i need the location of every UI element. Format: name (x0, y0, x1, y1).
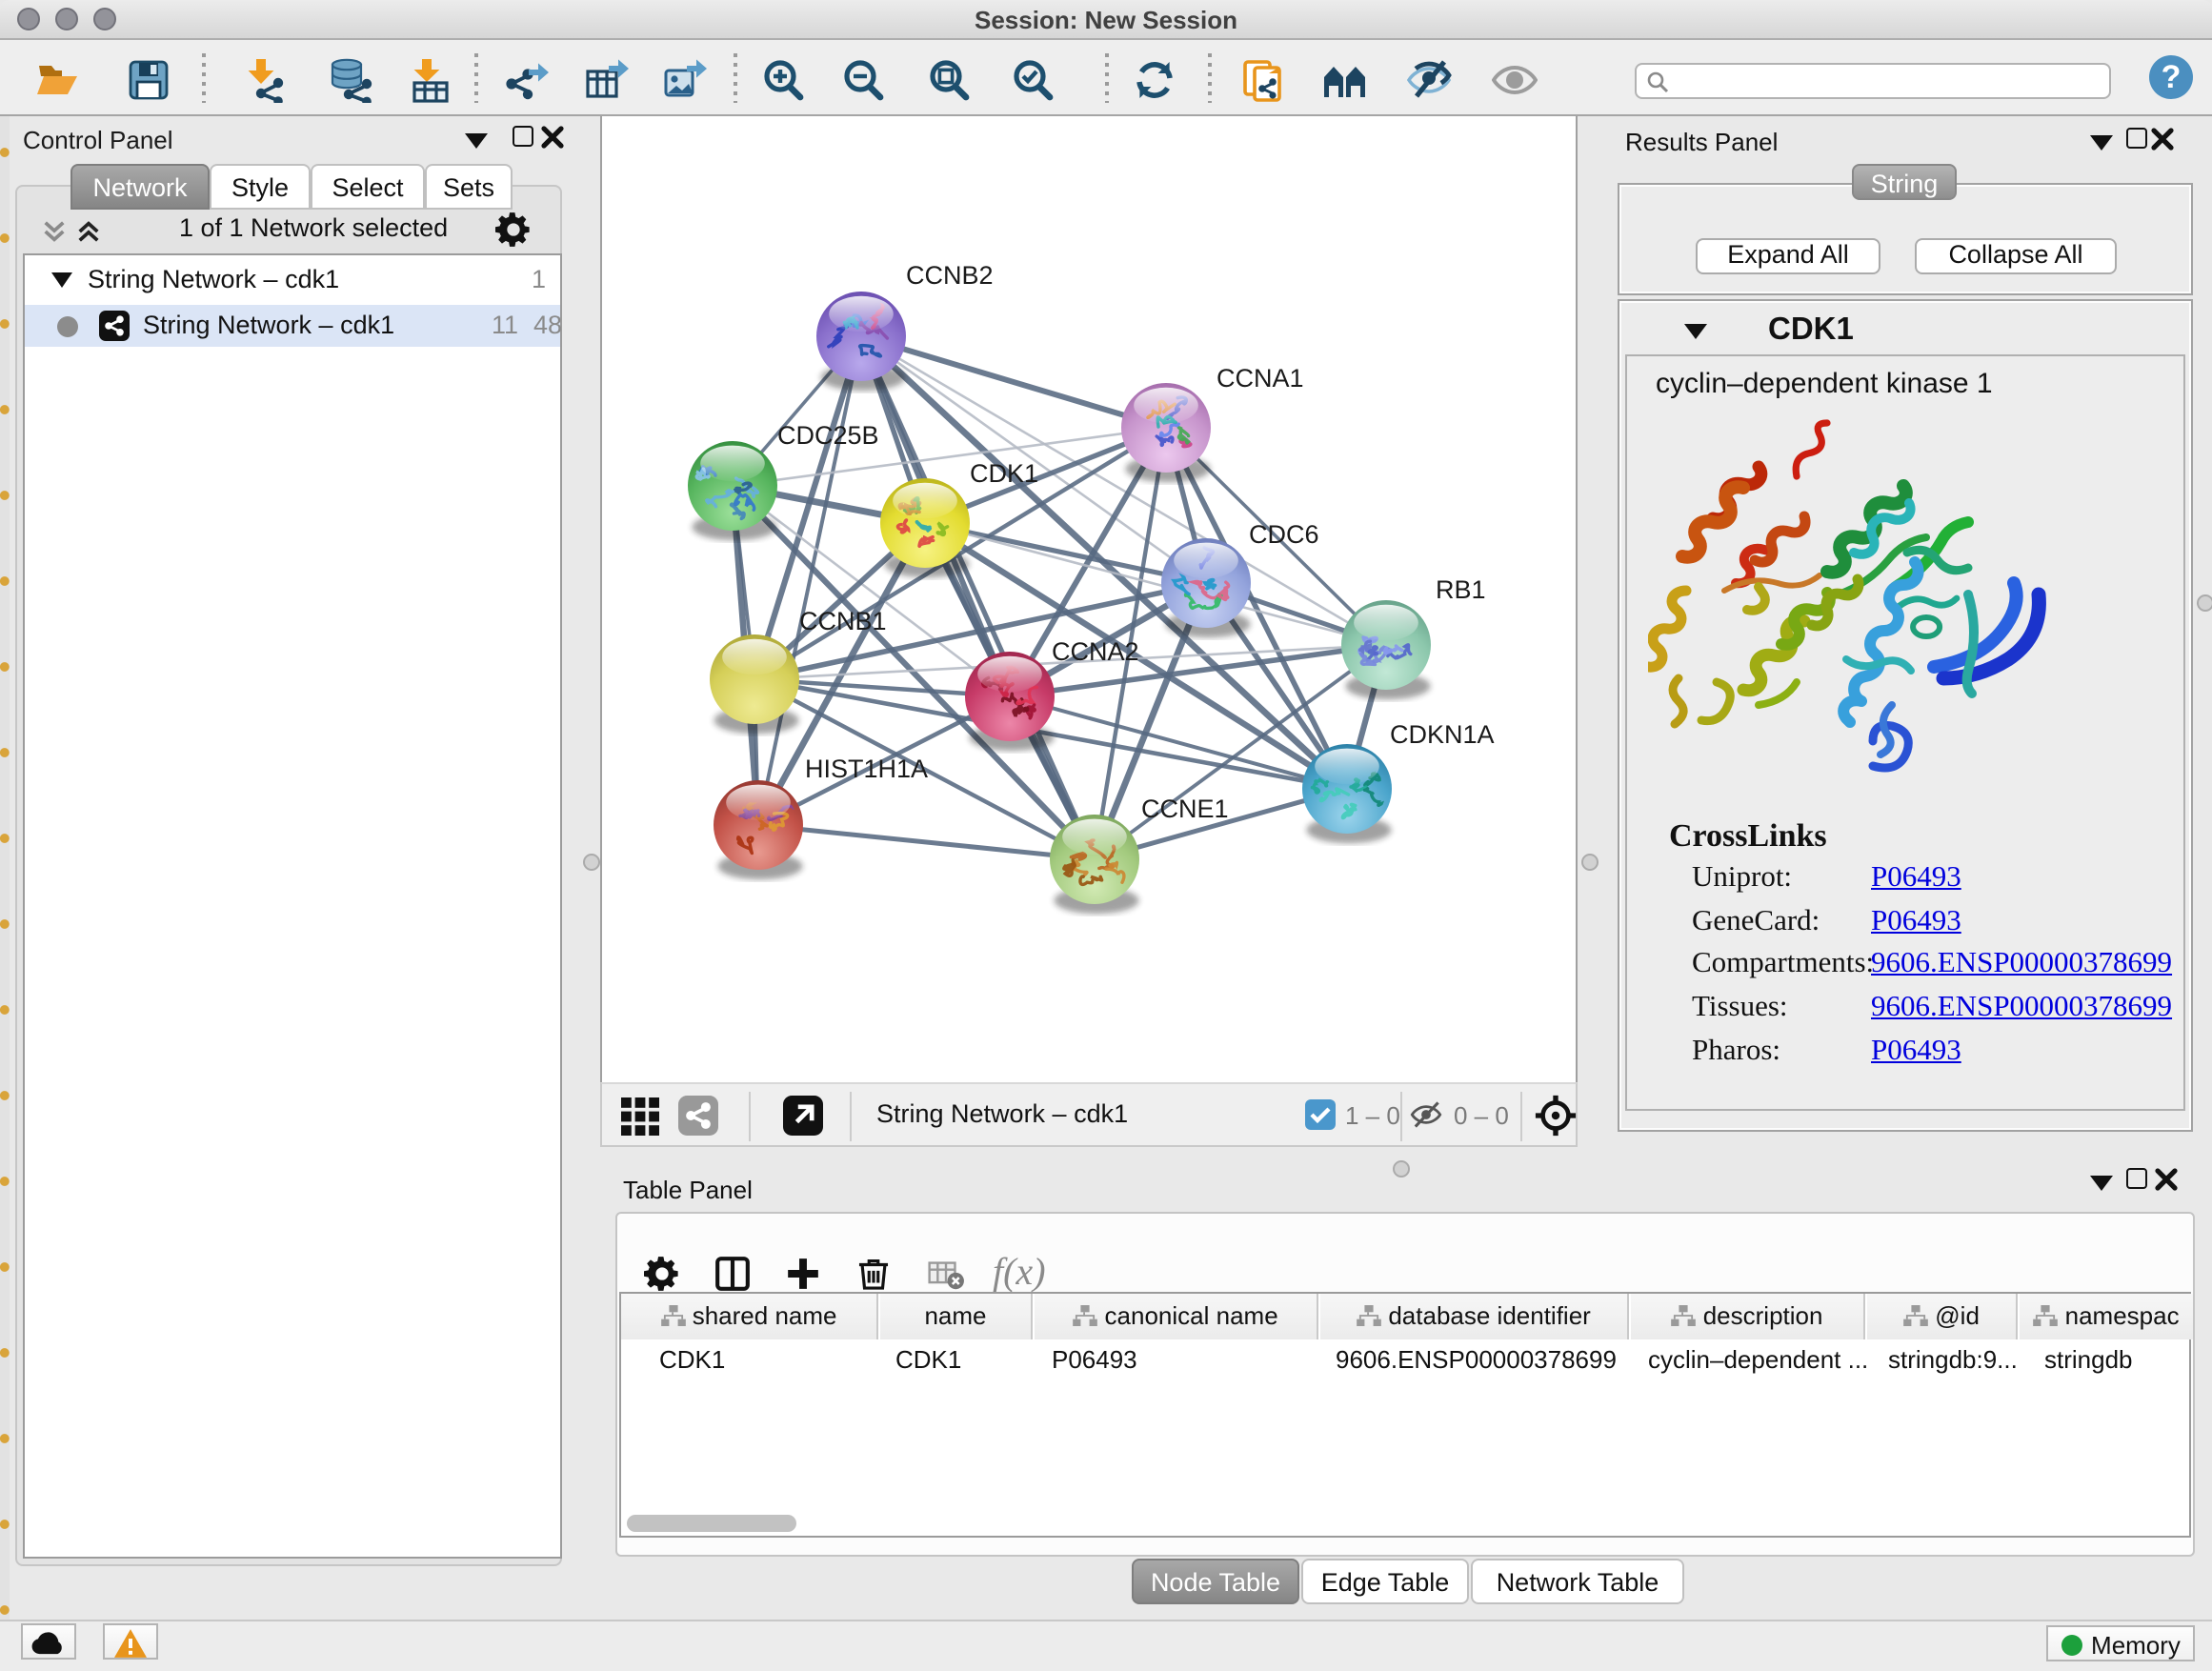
svg-text:CDK1: CDK1 (970, 459, 1038, 488)
svg-text:CDC25B: CDC25B (777, 421, 879, 450)
svg-text:CDKN1A: CDKN1A (1390, 720, 1495, 749)
svg-text:CCNA1: CCNA1 (1217, 364, 1304, 393)
svg-text:CCNB2: CCNB2 (906, 261, 994, 290)
svg-text:RB1: RB1 (1436, 575, 1486, 604)
svg-text:CCNA2: CCNA2 (1052, 637, 1139, 666)
svg-text:CDC6: CDC6 (1249, 520, 1319, 549)
svg-text:CCNE1: CCNE1 (1141, 795, 1229, 823)
svg-text:HIST1H1A: HIST1H1A (805, 755, 928, 783)
svg-text:CCNB1: CCNB1 (799, 607, 887, 635)
